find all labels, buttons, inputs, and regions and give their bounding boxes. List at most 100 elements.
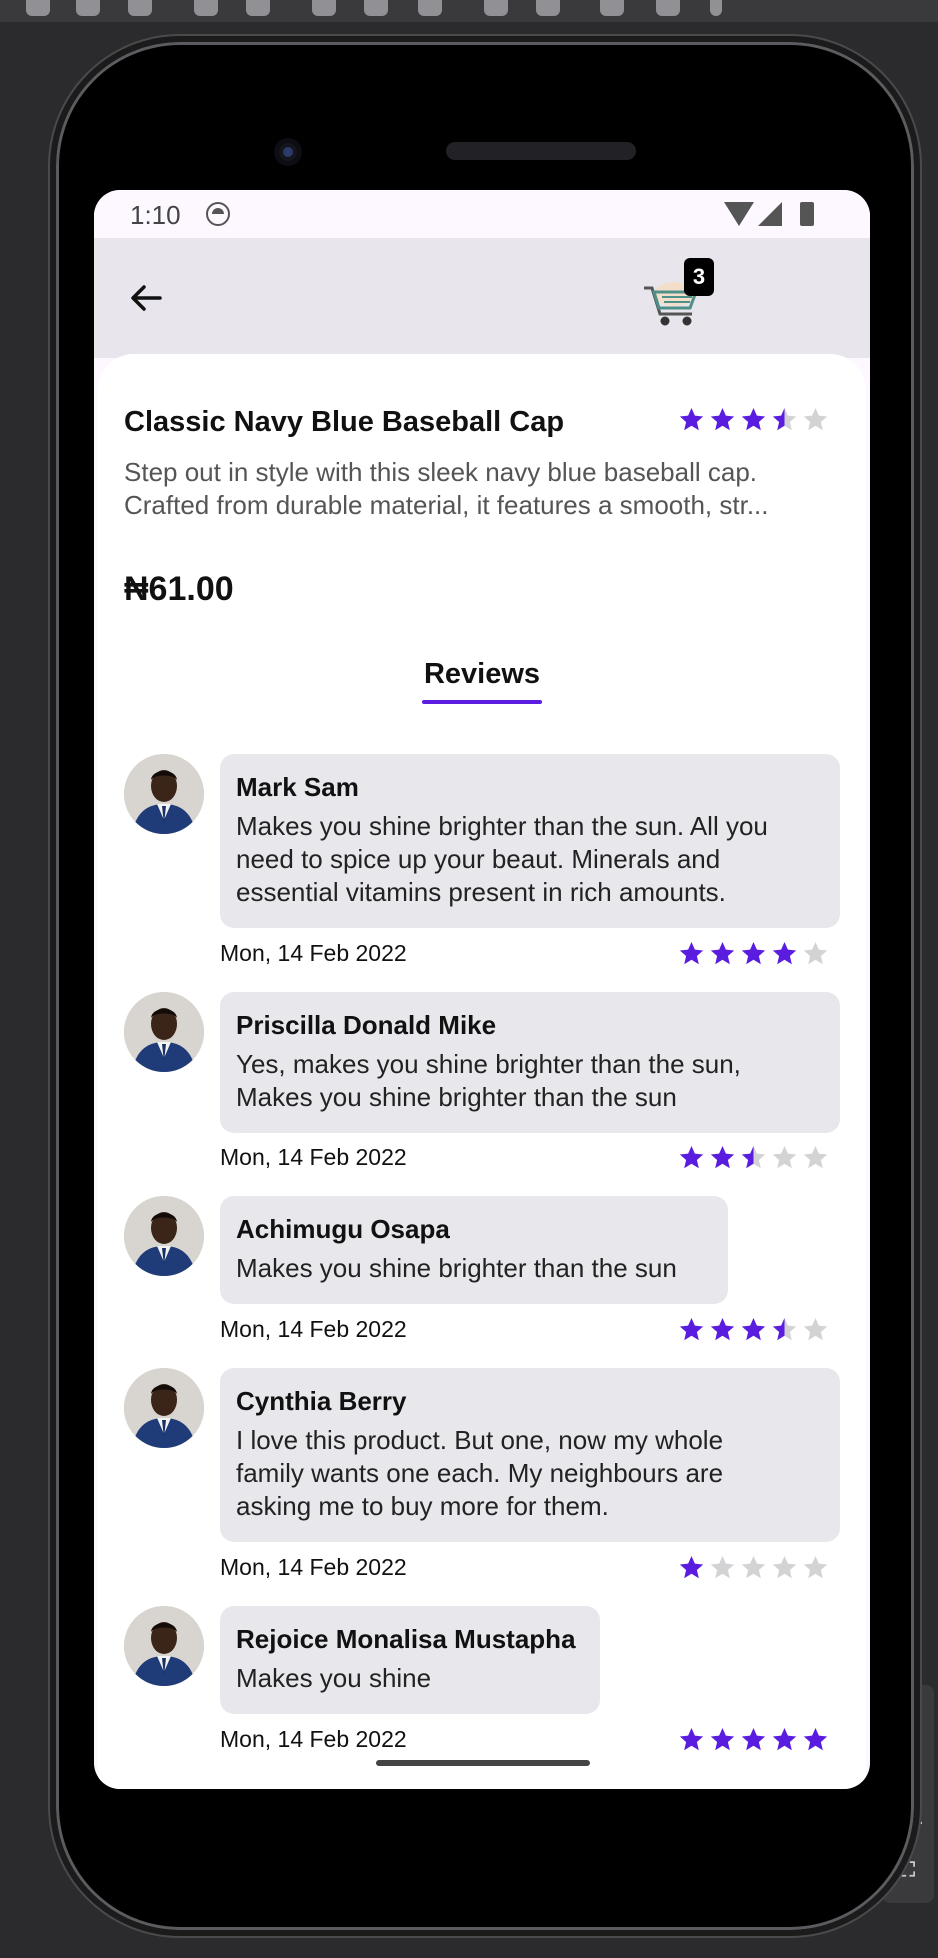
star-icon xyxy=(803,1728,828,1751)
review-rating xyxy=(678,940,829,967)
star-icon xyxy=(741,942,766,965)
review-text-line: family wants one each. My neighbours are xyxy=(236,1458,724,1488)
review-bubble: Mark Sam Makes you shine brighter than t… xyxy=(220,754,840,928)
review-rating xyxy=(678,1554,829,1581)
star-icon xyxy=(679,1146,704,1169)
star-icon xyxy=(803,1146,828,1169)
star-icon xyxy=(741,1318,766,1341)
review-bubble: Rejoice Monalisa Mustapha Makes you shin… xyxy=(220,1606,600,1714)
rotate-left-icon[interactable] xyxy=(194,0,218,16)
power-icon[interactable] xyxy=(26,0,50,16)
review-text-line: Makes you shine brighter than the sun xyxy=(236,1082,677,1112)
review-bubble: Cynthia Berry I love this product. But o… xyxy=(220,1368,840,1542)
reviewer-name: Rejoice Monalisa Mustapha xyxy=(236,1624,576,1654)
star-icon xyxy=(803,1556,828,1579)
screenshot-icon[interactable] xyxy=(484,0,508,16)
back-button[interactable] xyxy=(124,276,168,320)
review-text: Yes, makes you shine brighter than the s… xyxy=(236,1048,824,1114)
status-time: 1:10 xyxy=(130,200,181,230)
review-rating xyxy=(678,1144,829,1171)
device-settings-icon[interactable] xyxy=(656,0,680,16)
review-date: Mon, 14 Feb 2022 xyxy=(220,1316,407,1342)
review-date: Mon, 14 Feb 2022 xyxy=(220,1726,407,1752)
overview-nav-icon[interactable] xyxy=(418,0,442,16)
app-bar: 3 xyxy=(94,238,870,358)
avatar xyxy=(124,754,204,834)
star-icon xyxy=(741,1728,766,1751)
more-options-icon[interactable] xyxy=(710,0,722,16)
review-date: Mon, 14 Feb 2022 xyxy=(220,1144,407,1170)
avatar xyxy=(124,1606,204,1686)
product-rating xyxy=(678,406,829,433)
record-icon[interactable] xyxy=(536,0,560,16)
star-icon xyxy=(710,1318,735,1341)
review-rating xyxy=(678,1726,829,1753)
reviewer-name: Achimugu Osapa xyxy=(236,1214,450,1244)
star-icon xyxy=(803,942,828,965)
review-bubble: Achimugu Osapa Makes you shine brighter … xyxy=(220,1196,728,1304)
star-icon xyxy=(772,408,797,431)
notification-icon xyxy=(206,202,230,226)
review-text-line: need to spice up your beaut. Minerals an… xyxy=(236,844,721,874)
volume-up-icon[interactable] xyxy=(76,0,100,16)
avatar xyxy=(124,1196,204,1276)
wifi-icon xyxy=(724,202,754,226)
product-description-line: Crafted from durable material, it featur… xyxy=(124,490,769,520)
product-description-line: Step out in style with this sleek navy b… xyxy=(124,457,758,487)
back-nav-icon[interactable] xyxy=(312,0,336,16)
home-nav-icon[interactable] xyxy=(364,0,388,16)
review-text-line: essential vitamins present in rich amoun… xyxy=(236,877,726,907)
tab-reviews[interactable]: Reviews xyxy=(418,658,546,704)
review-date: Mon, 14 Feb 2022 xyxy=(220,940,407,966)
star-icon xyxy=(710,1146,735,1169)
review-bubble: Priscilla Donald Mike Yes, makes you shi… xyxy=(220,992,840,1133)
star-icon xyxy=(710,408,735,431)
review-rating xyxy=(678,1316,829,1343)
star-icon xyxy=(772,1728,797,1751)
arrow-left-icon xyxy=(131,285,162,311)
rotate-right-icon[interactable] xyxy=(246,0,270,16)
status-bar: 1:10 xyxy=(94,190,870,238)
cart-count-badge: 3 xyxy=(684,258,714,296)
reviewer-name: Mark Sam xyxy=(236,772,359,802)
star-icon xyxy=(772,942,797,965)
reviewer-name: Cynthia Berry xyxy=(236,1386,407,1416)
star-icon xyxy=(679,1556,704,1579)
product-details-sheet: Classic Navy Blue Baseball Cap Step out … xyxy=(98,354,866,1789)
star-icon xyxy=(772,1146,797,1169)
star-icon xyxy=(679,1728,704,1751)
person-photo-icon xyxy=(124,1196,204,1276)
emulator-toolbar xyxy=(0,0,938,22)
review-text-line: Makes you shine brighter than the sun xyxy=(236,1253,677,1283)
review-text: I love this product. But one, now my who… xyxy=(236,1424,824,1523)
star-icon xyxy=(803,408,828,431)
review-text-line: Yes, makes you shine brighter than the s… xyxy=(236,1049,741,1079)
tab-indicator xyxy=(422,700,542,704)
avatar xyxy=(124,992,204,1072)
product-description: Step out in style with this sleek navy b… xyxy=(124,456,844,522)
avatar xyxy=(124,1368,204,1448)
star-icon xyxy=(741,1146,766,1169)
signal-icon xyxy=(758,202,782,226)
star-icon xyxy=(710,942,735,965)
battery-icon xyxy=(800,202,814,226)
home-indicator[interactable] xyxy=(376,1760,590,1766)
person-photo-icon xyxy=(124,992,204,1072)
reviewer-name: Priscilla Donald Mike xyxy=(236,1010,497,1040)
star-icon xyxy=(803,1318,828,1341)
star-icon xyxy=(772,1318,797,1341)
star-icon xyxy=(772,1556,797,1579)
person-photo-icon xyxy=(124,1368,204,1448)
person-photo-icon xyxy=(124,1606,204,1686)
review-date: Mon, 14 Feb 2022 xyxy=(220,1554,407,1580)
star-icon xyxy=(741,408,766,431)
review-text: Makes you shine brighter than the sun. A… xyxy=(236,810,824,909)
review-text-line: I love this product. But one, now my who… xyxy=(236,1425,724,1455)
volume-down-icon[interactable] xyxy=(128,0,152,16)
snapshot-icon[interactable] xyxy=(600,0,624,16)
star-icon xyxy=(679,408,704,431)
review-text-line: asking me to buy more for them. xyxy=(236,1491,609,1521)
star-icon xyxy=(710,1728,735,1751)
product-title: Classic Navy Blue Baseball Cap xyxy=(124,406,565,438)
star-icon xyxy=(679,1318,704,1341)
